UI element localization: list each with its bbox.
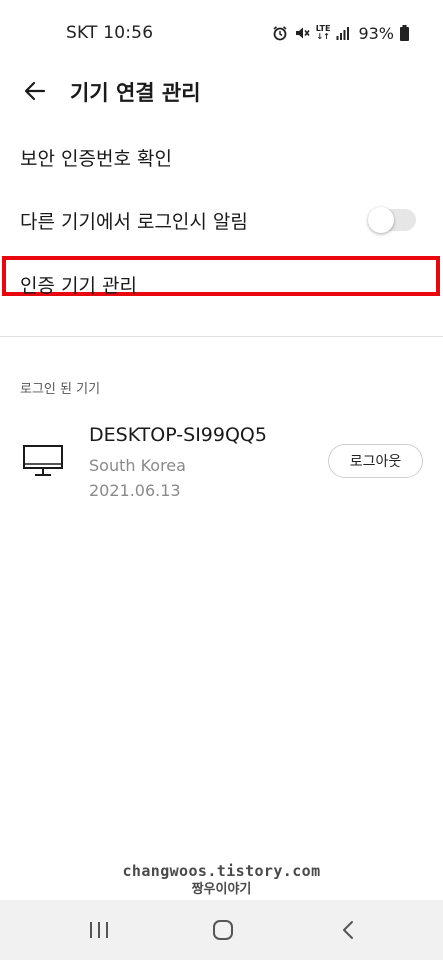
system-nav-bar bbox=[0, 900, 443, 960]
status-right: LTE ↓↑ 93% bbox=[272, 24, 409, 43]
page-title: 기기 연결 관리 bbox=[70, 81, 201, 105]
mute-icon bbox=[294, 25, 310, 41]
security-pin-check-row[interactable]: 보안 인증번호 확인 bbox=[0, 126, 443, 188]
status-bar: SKT 10:56 LTE ↓↑ 93% bbox=[0, 0, 443, 66]
device-country: South Korea bbox=[89, 456, 186, 475]
home-icon[interactable] bbox=[210, 918, 236, 942]
login-notification-toggle[interactable] bbox=[368, 207, 416, 233]
carrier-label: SKT bbox=[66, 23, 98, 43]
battery-icon bbox=[400, 25, 409, 41]
toggle-knob bbox=[368, 207, 394, 233]
security-pin-check-label: 보안 인증번호 확인 bbox=[20, 147, 172, 170]
signal-icon bbox=[336, 26, 350, 40]
chevron-back-icon[interactable] bbox=[336, 918, 362, 942]
logout-button[interactable]: 로그아웃 bbox=[328, 444, 423, 478]
screen: SKT 10:56 LTE ↓↑ 93% 기기 연결 관리 보안 인증번호 확인… bbox=[0, 0, 443, 960]
device-name: DESKTOP-SI99QQ5 bbox=[89, 424, 267, 446]
logged-in-section-label: 로그인 된 기기 bbox=[20, 382, 101, 397]
recents-icon[interactable] bbox=[86, 918, 112, 942]
alarm-icon bbox=[272, 25, 288, 41]
watermark-name: 짱우이야기 bbox=[191, 882, 252, 897]
status-left: SKT 10:56 bbox=[66, 23, 153, 43]
network-label: LTE ↓↑ bbox=[315, 24, 331, 41]
auth-device-manage-label: 인증 기기 관리 bbox=[20, 274, 137, 297]
clock: 10:56 bbox=[103, 23, 154, 43]
login-notification-label: 다른 기기에서 로그인시 알림 bbox=[20, 210, 248, 233]
battery-percent: 93% bbox=[358, 23, 394, 43]
app-header: 기기 연결 관리 bbox=[0, 66, 443, 116]
auth-device-manage-row[interactable]: 인증 기기 관리 bbox=[0, 253, 443, 315]
device-login-date: 2021.06.13 bbox=[89, 481, 181, 500]
login-notification-row[interactable]: 다른 기기에서 로그인시 알림 bbox=[0, 189, 443, 251]
monitor-icon bbox=[22, 444, 64, 478]
section-divider bbox=[0, 336, 443, 337]
back-arrow-icon[interactable] bbox=[22, 78, 48, 104]
